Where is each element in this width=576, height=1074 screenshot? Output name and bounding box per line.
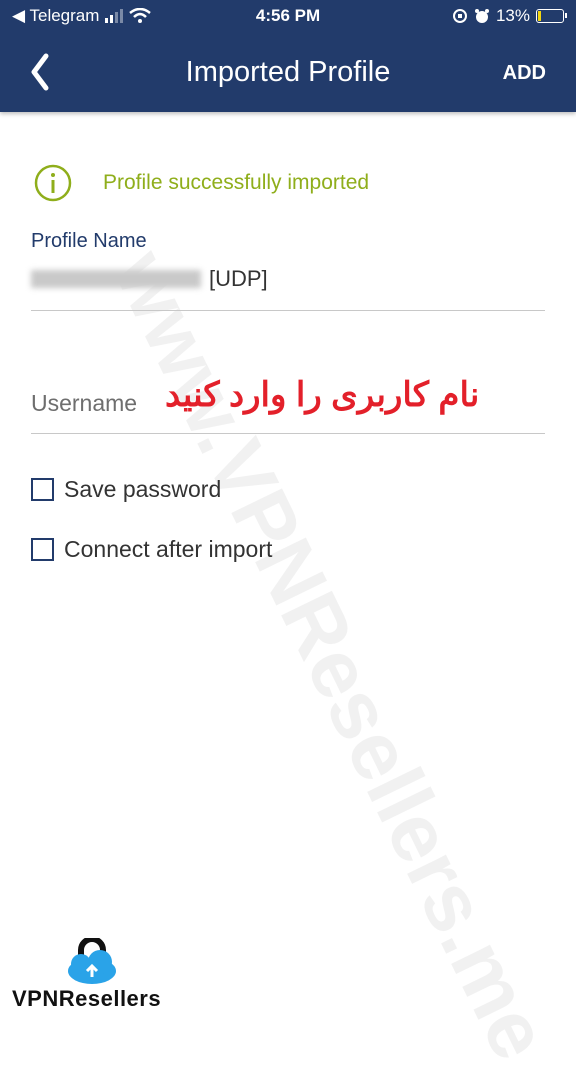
username-underline	[31, 433, 545, 434]
redacted-profile-name	[31, 270, 201, 288]
vpnresellers-logo: VPNResellers	[12, 938, 172, 1018]
alarm-icon	[474, 9, 489, 23]
cloud-lock-icon	[68, 938, 116, 984]
profile-name-underline	[31, 310, 545, 311]
username-annotation: نام کاربری را وارد کنید	[165, 376, 480, 414]
profile-name-label: Profile Name	[31, 230, 147, 252]
logo-text: VPNResellers	[12, 986, 162, 1011]
status-bar: ◀ Telegram 4:56 PM 13%	[0, 0, 576, 32]
battery-fill	[538, 11, 541, 21]
add-button[interactable]: ADD	[503, 62, 546, 85]
watermark-text: www.VPNResellers.me	[96, 237, 567, 1074]
nav-bar: Imported Profile ADD	[0, 32, 576, 112]
profile-name-suffix: [UDP]	[209, 266, 268, 291]
page-title: Imported Profile	[185, 56, 391, 88]
connect-after-import-label: Connect after import	[64, 536, 273, 562]
username-input[interactable]: Username	[31, 390, 137, 417]
top-header: ◀ Telegram 4:56 PM 13% Imported Profile …	[0, 0, 576, 112]
orientation-lock-icon	[452, 9, 467, 23]
success-text: Profile successfully imported	[103, 171, 370, 194]
save-password-label: Save password	[64, 476, 222, 502]
save-password-option[interactable]: Save password	[31, 476, 221, 503]
status-right: 13%	[452, 6, 567, 26]
save-password-checkbox[interactable]	[31, 478, 54, 501]
connect-after-import-checkbox[interactable]	[31, 538, 54, 561]
profile-name-field[interactable]: [UDP]	[31, 266, 268, 292]
info-icon	[34, 164, 72, 202]
success-message: Profile successfully imported	[34, 164, 369, 202]
battery-percent: 13%	[495, 6, 530, 25]
battery-icon	[536, 9, 567, 23]
connect-after-import-option[interactable]: Connect after import	[31, 536, 272, 563]
